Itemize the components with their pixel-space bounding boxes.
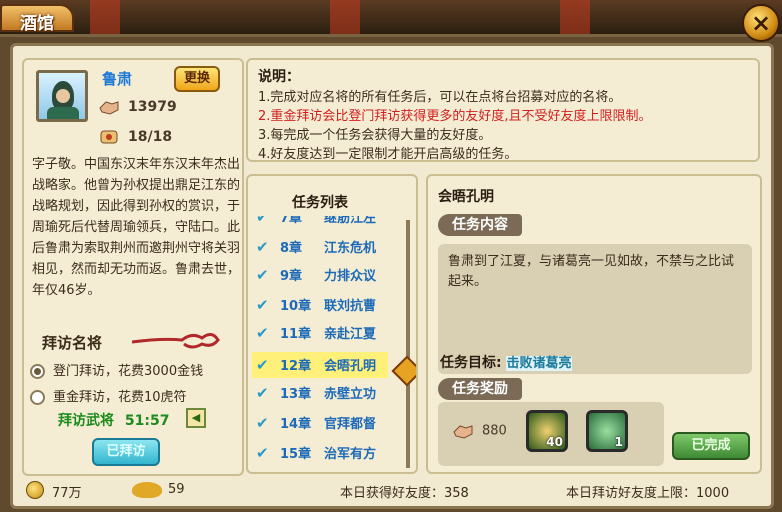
lantern-deco: [330, 0, 360, 34]
general-panel: 鲁肃 更换 13979 18/18 字子敬。中国东汉末年东汉末年杰出战略家。他曾…: [22, 58, 244, 476]
task-content-banner: 任务内容: [438, 214, 522, 236]
gold-amount: 77万: [52, 486, 82, 501]
scroll-icon: [100, 130, 118, 144]
visit-button[interactable]: 已拜访: [92, 438, 160, 466]
explanation-line: 1.完成对应名将的所有任务后，可以在点将台招募对应的名将。: [258, 90, 622, 105]
check-icon: ✔: [256, 356, 269, 374]
task-item[interactable]: ✔ 7章 继筋江左: [252, 216, 388, 230]
task-item[interactable]: ✔ 8章 江东危机: [252, 234, 388, 260]
check-icon: ✔: [256, 266, 269, 284]
lantern-deco: [90, 0, 120, 34]
reward-item-count: 40: [546, 435, 563, 449]
check-icon: ✔: [256, 296, 269, 314]
check-icon: ✔: [256, 414, 269, 432]
visit-timer-label: 拜访武将: [58, 413, 114, 429]
check-icon: ✔: [256, 324, 269, 342]
window-title-tab: 酒馆: [0, 4, 74, 34]
general-avatar: [36, 70, 88, 122]
task-target-value: 击败诸葛亮: [506, 356, 572, 371]
task-list-panel: 任务列表 ✔ 7章 继筋江左 ✔ 8章 江东危机 ✔ 9章 力排众议 ✔ 10章 联刘抗曹 ✔ 1…: [246, 174, 418, 474]
task-target-label: 任务目标:: [440, 355, 502, 371]
explanation-line: 4.好友度达到一定限制才能开启高级的任务。: [258, 147, 518, 162]
gold-horn-icon[interactable]: 40: [526, 410, 568, 452]
reward-friendship: 880: [452, 422, 507, 440]
explanation-heading: 说明：: [258, 69, 300, 85]
explanation-panel: 说明： 1.完成对应名将的所有任务后，可以在点将台招募对应的名将。 2.重金拜访…: [246, 58, 760, 162]
task-list-heading: 任务列表: [292, 195, 348, 211]
friendship-stat: 13979: [98, 98, 177, 116]
visit-title: 拜访名将: [42, 334, 103, 352]
general-bio: 字子敬。中国东汉末年东汉末年杰出战略家。他曾为孙权提出鼎足江东的战略规划，因此得…: [32, 157, 241, 298]
reward-item-count: 1: [614, 435, 623, 449]
ingot-amount: 59: [168, 482, 185, 497]
status-bar: 77万 59 本日获得好友度：358 本日拜访好友度上限：1000: [10, 478, 774, 504]
check-icon: ✔: [256, 384, 269, 402]
task-item[interactable]: ✔ 15章 治军有方: [252, 440, 388, 466]
visit-timer: 拜访武将 51:57: [58, 410, 169, 430]
task-item[interactable]: ✔ 9章 力排众议: [252, 262, 388, 288]
task-item[interactable]: ✔ 11章 亲赴江夏: [252, 320, 388, 346]
top-decoration: [0, 0, 782, 34]
today-limit: 本日拜访好友度上限：1000: [566, 486, 730, 501]
done-button[interactable]: 已完成: [672, 432, 750, 460]
visits-value: 18/18: [128, 129, 173, 145]
task-item-selected[interactable]: ✔ 12章 会晤孔明: [252, 352, 388, 378]
task-item[interactable]: ✔ 13章 赤壁立功: [252, 380, 388, 406]
explanation-line: 2.重金拜访会比登门拜访获得更多的友好度,且不受好友度上限限制。: [258, 109, 652, 124]
general-name: 鲁肃: [102, 70, 133, 88]
coin-icon: [26, 481, 44, 499]
radio-selected-icon: [30, 364, 45, 379]
task-item[interactable]: ✔ 14章 官拜都督: [252, 410, 388, 436]
radio-unselected-icon: [30, 390, 45, 405]
task-reward-banner: 任务奖励: [438, 378, 522, 400]
visits-stat: 18/18: [98, 128, 172, 146]
visit-timer-value: 51:57: [124, 413, 170, 429]
task-detail-panel: 会晤孔明 任务内容 鲁肃到了江夏，与诸葛亮一见如故，不禁与之比试起来。 任务目标…: [426, 174, 762, 474]
check-icon: ✔: [256, 444, 269, 462]
today-friendship: 本日获得好友度：358: [340, 486, 469, 501]
swap-button[interactable]: 更换: [174, 66, 220, 92]
close-button[interactable]: ×: [742, 4, 780, 42]
jade-item-icon[interactable]: 1: [586, 410, 628, 452]
friendship-value: 13979: [128, 99, 177, 115]
check-icon: ✔: [256, 216, 269, 226]
visit-option-gold[interactable]: 重金拜访，花费10虎符: [30, 386, 187, 405]
task-item[interactable]: ✔ 10章 联刘抗曹: [252, 292, 388, 318]
lantern-deco: [560, 0, 590, 34]
close-icon: ×: [750, 9, 772, 37]
visit-option-door-label: 登门拜访，花费3000金钱: [53, 364, 204, 379]
task-scrollbar[interactable]: [406, 220, 410, 468]
handshake-icon: [453, 425, 473, 439]
arrow-left-icon[interactable]: ◀: [186, 408, 206, 428]
cloud-ornament-icon: [132, 333, 220, 349]
window-title: 酒馆: [20, 14, 54, 34]
reward-friendship-value: 880: [482, 423, 507, 439]
task-list[interactable]: ✔ 7章 继筋江左 ✔ 8章 江东危机 ✔ 9章 力排众议 ✔ 10章 联刘抗曹 ✔ 11章 亲赴江…: [252, 216, 402, 470]
reward-box: 880 40 1: [438, 402, 664, 466]
visit-option-gold-label: 重金拜访，花费10虎符: [53, 390, 187, 405]
visit-option-door[interactable]: 登门拜访，花费3000金钱: [30, 360, 203, 379]
handshake-icon: [99, 101, 119, 115]
check-icon: ✔: [256, 238, 269, 256]
ingot-icon: [132, 482, 162, 498]
task-target: 任务目标: 击败诸葛亮: [440, 352, 572, 372]
task-detail-title: 会晤孔明: [438, 189, 494, 205]
explanation-line: 3.每完成一个任务会获得大量的友好度。: [258, 128, 492, 143]
